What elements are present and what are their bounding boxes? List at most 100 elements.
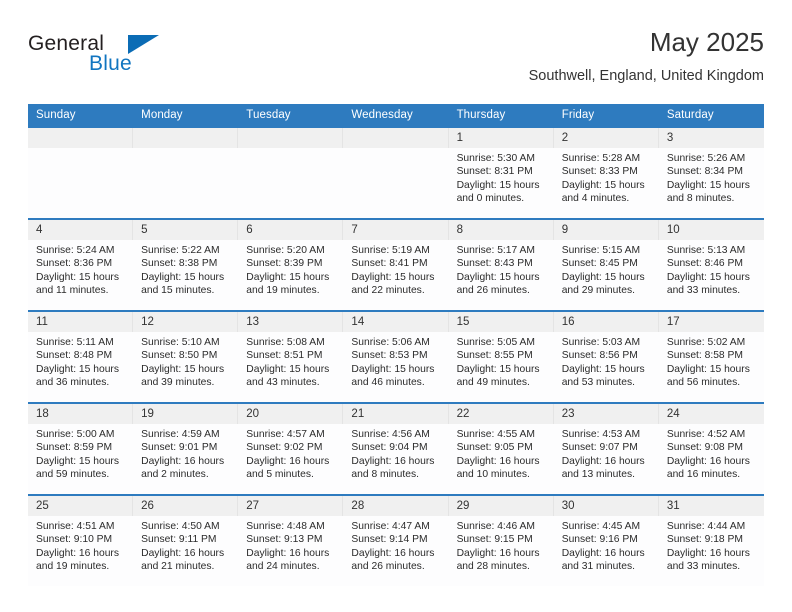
day-cell[interactable]: 31 Sunrise: 4:44 AM Sunset: 9:18 PM Dayl…: [658, 494, 764, 586]
sunset-text: Sunset: 8:56 PM: [561, 350, 638, 362]
day-cell[interactable]: 12 Sunrise: 5:10 AM Sunset: 8:50 PM Dayl…: [133, 310, 239, 403]
day-details: Sunrise: 5:08 AM Sunset: 8:51 PM Dayligh…: [238, 332, 343, 390]
sunrise-text: Sunrise: 5:13 AM: [666, 245, 746, 256]
day-number: 28: [343, 496, 449, 516]
day-number: [238, 128, 344, 148]
day-cell[interactable]: [343, 126, 449, 219]
day-details: Sunrise: 4:52 AM Sunset: 9:08 PM Dayligh…: [659, 424, 764, 482]
day-cell[interactable]: 23 Sunrise: 4:53 AM Sunset: 9:07 PM Dayl…: [553, 402, 659, 495]
sunrise-text: Sunrise: 5:08 AM: [246, 337, 325, 348]
daylight-text: Daylight: 16 hours and 21 minutes.: [141, 547, 225, 573]
day-cell[interactable]: 27 Sunrise: 4:48 AM Sunset: 9:13 PM Dayl…: [238, 494, 344, 586]
sunrise-text: Sunrise: 4:44 AM: [666, 521, 746, 532]
day-number: 16: [553, 312, 659, 332]
day-details: [343, 148, 448, 152]
day-details: Sunrise: 5:22 AM Sunset: 8:38 PM Dayligh…: [133, 240, 238, 298]
sunset-text: Sunset: 8:59 PM: [36, 442, 113, 454]
day-details: Sunrise: 5:30 AM Sunset: 8:31 PM Dayligh…: [449, 148, 554, 206]
day-cell[interactable]: 3 Sunrise: 5:26 AM Sunset: 8:34 PM Dayli…: [658, 126, 764, 219]
sunset-text: Sunset: 8:39 PM: [246, 258, 323, 270]
day-number: 10: [658, 220, 764, 240]
brand-logo[interactable]: General Blue: [28, 32, 208, 90]
day-number: 30: [553, 496, 659, 516]
day-cell[interactable]: 6 Sunrise: 5:20 AM Sunset: 8:39 PM Dayli…: [238, 218, 344, 311]
day-details: [238, 148, 343, 152]
sunrise-text: Sunrise: 5:24 AM: [36, 245, 115, 256]
day-number: 11: [28, 312, 134, 332]
day-cell[interactable]: 20 Sunrise: 4:57 AM Sunset: 9:02 PM Dayl…: [238, 402, 344, 495]
day-cell[interactable]: 26 Sunrise: 4:50 AM Sunset: 9:11 PM Dayl…: [133, 494, 239, 586]
page-title: May 2025: [649, 27, 764, 57]
day-cell[interactable]: 15 Sunrise: 5:05 AM Sunset: 8:55 PM Dayl…: [448, 310, 554, 403]
sunset-text: Sunset: 8:45 PM: [561, 258, 638, 270]
day-cell[interactable]: 7 Sunrise: 5:19 AM Sunset: 8:41 PM Dayli…: [343, 218, 449, 311]
day-details: Sunrise: 5:26 AM Sunset: 8:34 PM Dayligh…: [659, 148, 764, 206]
day-cell[interactable]: 2 Sunrise: 5:28 AM Sunset: 8:33 PM Dayli…: [553, 126, 659, 219]
weekday-header-wednesday: Wednesday: [343, 104, 449, 127]
daylight-text: Daylight: 15 hours and 29 minutes.: [561, 271, 645, 297]
calendar-header-row: Sunday Monday Tuesday Wednesday Thursday…: [28, 104, 764, 127]
day-cell[interactable]: 5 Sunrise: 5:22 AM Sunset: 8:38 PM Dayli…: [133, 218, 239, 311]
day-cell[interactable]: 25 Sunrise: 4:51 AM Sunset: 9:10 PM Dayl…: [28, 494, 134, 586]
calendar-week-row: 11 Sunrise: 5:11 AM Sunset: 8:48 PM Dayl…: [28, 310, 764, 403]
day-cell[interactable]: 17 Sunrise: 5:02 AM Sunset: 8:58 PM Dayl…: [658, 310, 764, 403]
day-details: Sunrise: 4:53 AM Sunset: 9:07 PM Dayligh…: [554, 424, 659, 482]
sunrise-text: Sunrise: 5:26 AM: [666, 153, 746, 164]
calendar-week-row: 4 Sunrise: 5:24 AM Sunset: 8:36 PM Dayli…: [28, 218, 764, 311]
day-cell[interactable]: 28 Sunrise: 4:47 AM Sunset: 9:14 PM Dayl…: [343, 494, 449, 586]
daylight-text: Daylight: 16 hours and 31 minutes.: [561, 547, 645, 573]
day-cell[interactable]: 16 Sunrise: 5:03 AM Sunset: 8:56 PM Dayl…: [553, 310, 659, 403]
day-cell[interactable]: 14 Sunrise: 5:06 AM Sunset: 8:53 PM Dayl…: [343, 310, 449, 403]
sunrise-text: Sunrise: 5:15 AM: [561, 245, 641, 256]
day-cell[interactable]: 29 Sunrise: 4:46 AM Sunset: 9:15 PM Dayl…: [448, 494, 554, 586]
day-cell[interactable]: 1 Sunrise: 5:30 AM Sunset: 8:31 PM Dayli…: [448, 126, 554, 219]
sunrise-text: Sunrise: 4:50 AM: [141, 521, 220, 532]
day-number: 4: [28, 220, 134, 240]
day-details: Sunrise: 4:51 AM Sunset: 9:10 PM Dayligh…: [28, 516, 133, 574]
sunrise-text: Sunrise: 5:05 AM: [456, 337, 535, 348]
day-cell[interactable]: 18 Sunrise: 5:00 AM Sunset: 8:59 PM Dayl…: [28, 402, 134, 495]
sunset-text: Sunset: 9:01 PM: [141, 442, 218, 454]
sunset-text: Sunset: 9:08 PM: [666, 442, 743, 454]
daylight-text: Daylight: 15 hours and 39 minutes.: [141, 363, 225, 389]
day-cell[interactable]: [238, 126, 344, 219]
daylight-text: Daylight: 15 hours and 53 minutes.: [561, 363, 645, 389]
day-cell[interactable]: 10 Sunrise: 5:13 AM Sunset: 8:46 PM Dayl…: [658, 218, 764, 311]
day-cell[interactable]: 13 Sunrise: 5:08 AM Sunset: 8:51 PM Dayl…: [238, 310, 344, 403]
day-number: 14: [343, 312, 449, 332]
day-details: Sunrise: 4:44 AM Sunset: 9:18 PM Dayligh…: [659, 516, 764, 574]
day-details: Sunrise: 5:05 AM Sunset: 8:55 PM Dayligh…: [449, 332, 554, 390]
sunset-text: Sunset: 9:14 PM: [351, 534, 428, 546]
day-cell[interactable]: 8 Sunrise: 5:17 AM Sunset: 8:43 PM Dayli…: [448, 218, 554, 311]
day-cell[interactable]: 24 Sunrise: 4:52 AM Sunset: 9:08 PM Dayl…: [658, 402, 764, 495]
title-block: May 2025 Southwell, England, United King…: [529, 26, 764, 85]
day-number: 20: [238, 404, 344, 424]
day-cell[interactable]: [28, 126, 134, 219]
sunset-text: Sunset: 9:07 PM: [561, 442, 638, 454]
day-cell[interactable]: 11 Sunrise: 5:11 AM Sunset: 8:48 PM Dayl…: [28, 310, 134, 403]
day-cell[interactable]: 22 Sunrise: 4:55 AM Sunset: 9:05 PM Dayl…: [448, 402, 554, 495]
day-cell[interactable]: [133, 126, 239, 219]
day-cell[interactable]: 19 Sunrise: 4:59 AM Sunset: 9:01 PM Dayl…: [133, 402, 239, 495]
day-cell[interactable]: 4 Sunrise: 5:24 AM Sunset: 8:36 PM Dayli…: [28, 218, 134, 311]
brand-triangle-icon: [128, 35, 159, 54]
daylight-text: Daylight: 15 hours and 43 minutes.: [246, 363, 330, 389]
weekday-header-thursday: Thursday: [448, 104, 554, 127]
daylight-text: Daylight: 16 hours and 19 minutes.: [36, 547, 119, 573]
day-details: Sunrise: 5:00 AM Sunset: 8:59 PM Dayligh…: [28, 424, 133, 482]
day-number: 22: [448, 404, 554, 424]
sunrise-text: Sunrise: 5:28 AM: [561, 153, 641, 164]
day-number: 26: [133, 496, 239, 516]
day-number: 13: [238, 312, 344, 332]
daylight-text: Daylight: 15 hours and 8 minutes.: [666, 179, 750, 205]
day-details: Sunrise: 5:03 AM Sunset: 8:56 PM Dayligh…: [554, 332, 659, 390]
sunset-text: Sunset: 8:36 PM: [36, 258, 113, 270]
daylight-text: Daylight: 15 hours and 59 minutes.: [36, 455, 119, 481]
day-cell[interactable]: 21 Sunrise: 4:56 AM Sunset: 9:04 PM Dayl…: [343, 402, 449, 495]
daylight-text: Daylight: 15 hours and 56 minutes.: [666, 363, 750, 389]
day-cell[interactable]: 30 Sunrise: 4:45 AM Sunset: 9:16 PM Dayl…: [553, 494, 659, 586]
sunset-text: Sunset: 9:02 PM: [246, 442, 323, 454]
day-number: 5: [133, 220, 239, 240]
day-cell[interactable]: 9 Sunrise: 5:15 AM Sunset: 8:45 PM Dayli…: [553, 218, 659, 311]
day-details: Sunrise: 5:24 AM Sunset: 8:36 PM Dayligh…: [28, 240, 133, 298]
